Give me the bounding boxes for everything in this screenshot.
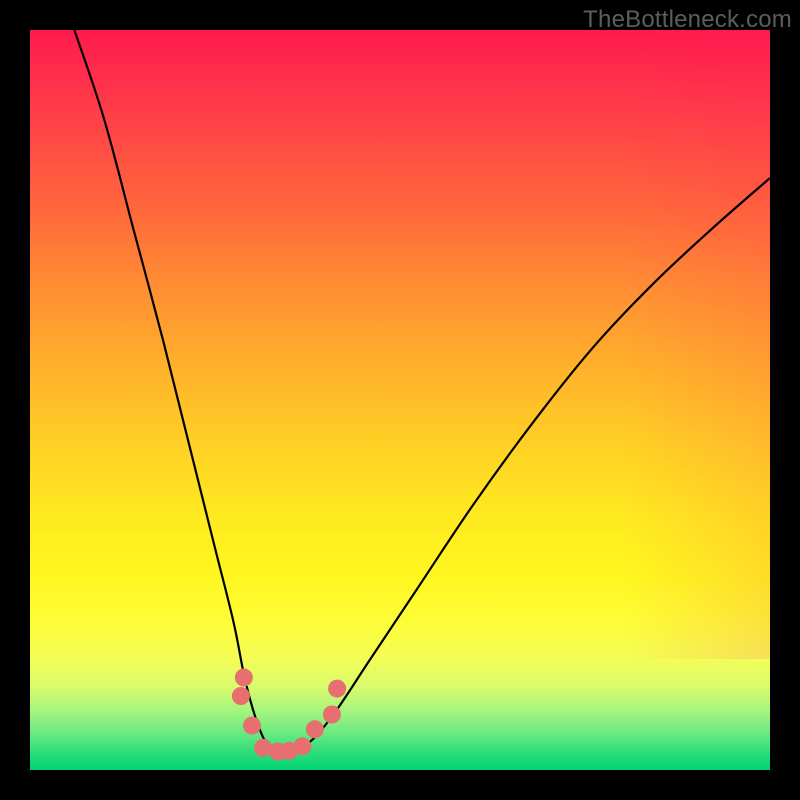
marker-dot: [328, 680, 346, 698]
marker-dot: [306, 720, 324, 738]
marker-dot: [232, 687, 250, 705]
watermark-text: TheBottleneck.com: [583, 6, 792, 34]
curve-markers: [232, 669, 346, 761]
bottleneck-curve: [74, 30, 770, 752]
plot-area: [30, 30, 770, 770]
chart-frame: TheBottleneck.com: [0, 0, 800, 800]
marker-dot: [243, 717, 261, 735]
marker-dot: [293, 737, 311, 755]
marker-dot: [323, 706, 341, 724]
marker-dot: [235, 669, 253, 687]
curve-layer: [30, 30, 770, 770]
